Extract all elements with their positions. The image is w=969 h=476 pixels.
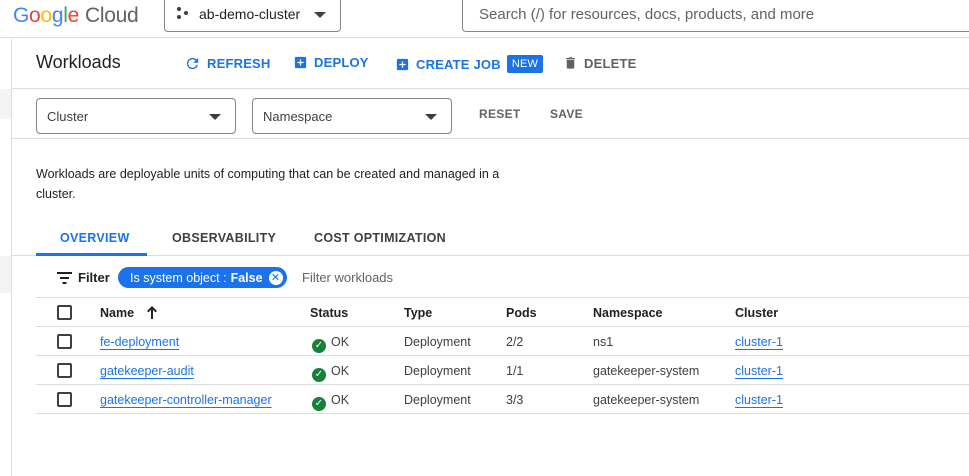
status-cell: ✓ OK xyxy=(312,393,349,411)
status-text: OK xyxy=(331,335,350,349)
pods-cell: 3/3 xyxy=(506,393,524,407)
save-button[interactable]: SAVE xyxy=(550,107,583,121)
tab-bar: OVERVIEW OBSERVABILITY COST OPTIMIZATION xyxy=(12,220,969,256)
table-header-row: Name Status Type Pods Namespace Cluster xyxy=(36,298,969,327)
cluster-select[interactable]: Cluster xyxy=(36,98,236,134)
project-name: ab-demo-cluster xyxy=(199,6,301,22)
chevron-down-icon xyxy=(209,114,221,120)
cluster-link[interactable]: cluster-1 xyxy=(735,335,783,349)
refresh-button[interactable]: REFRESH xyxy=(184,55,271,72)
deploy-button[interactable]: DEPLOY xyxy=(293,55,369,70)
filter-label: Filter xyxy=(78,270,110,285)
status-cell: ✓ OK xyxy=(312,364,349,382)
deploy-label: DEPLOY xyxy=(314,55,369,70)
trash-icon xyxy=(566,57,575,69)
cluster-select-label: Cluster xyxy=(47,108,89,124)
nav-rail-item[interactable] xyxy=(0,256,11,293)
close-icon[interactable]: ✕ xyxy=(268,270,283,285)
column-header-type[interactable]: Type xyxy=(404,306,432,320)
type-cell: Deployment xyxy=(404,393,471,407)
new-badge: NEW xyxy=(506,55,544,73)
refresh-label: REFRESH xyxy=(207,56,271,71)
delete-button[interactable]: DELETE xyxy=(563,55,636,71)
status-text: OK xyxy=(331,364,350,378)
search-input[interactable]: Search (/) for resources, docs, products… xyxy=(462,0,969,32)
check-circle-icon: ✓ xyxy=(312,396,326,411)
namespace-select-label: Namespace xyxy=(263,108,333,124)
arrow-up-icon xyxy=(146,306,157,319)
type-cell: Deployment xyxy=(404,364,471,378)
active-tab-indicator xyxy=(36,253,147,256)
project-picker[interactable]: ab-demo-cluster xyxy=(164,0,341,32)
workload-name-link[interactable]: gatekeeper-audit xyxy=(100,364,194,378)
chevron-down-icon xyxy=(425,114,437,120)
tab-cost-optimization[interactable]: COST OPTIMIZATION xyxy=(314,231,446,245)
workload-name-link[interactable]: fe-deployment xyxy=(100,335,179,349)
search-placeholder: Search (/) for resources, docs, products… xyxy=(479,5,815,23)
column-name-label: Name xyxy=(100,306,135,320)
add-box-icon xyxy=(294,56,307,69)
divider xyxy=(12,138,969,139)
status-text: OK xyxy=(331,393,350,407)
pods-cell: 2/2 xyxy=(506,335,524,349)
table-row: gatekeeper-audit ✓ OK Deployment 1/1 gate… xyxy=(36,356,969,385)
filter-icon xyxy=(57,271,72,284)
filter-chip[interactable]: Is system object : False ✕ xyxy=(118,267,287,288)
row-checkbox[interactable] xyxy=(57,363,72,378)
top-bar: Google Cloud ab-demo-cluster Search (/) f… xyxy=(0,0,969,38)
filter-chip-key: Is system object : xyxy=(130,270,227,285)
select-all-checkbox[interactable] xyxy=(57,305,72,320)
column-header-namespace[interactable]: Namespace xyxy=(593,306,663,320)
tab-overview[interactable]: OVERVIEW xyxy=(60,231,130,245)
project-icon xyxy=(177,7,191,21)
status-cell: ✓ OK xyxy=(312,335,349,353)
namespace-cell: gatekeeper-system xyxy=(593,393,700,407)
reset-button[interactable]: RESET xyxy=(479,107,521,121)
left-nav-rail xyxy=(0,39,12,476)
cluster-link[interactable]: cluster-1 xyxy=(735,393,783,407)
google-cloud-logo[interactable]: Google Cloud xyxy=(13,4,139,28)
row-checkbox[interactable] xyxy=(57,334,72,349)
refresh-icon xyxy=(186,57,199,70)
column-header-name[interactable]: Name xyxy=(100,306,158,320)
column-header-status[interactable]: Status xyxy=(310,306,348,320)
filter-chip-value: False xyxy=(230,270,263,285)
logo-google-text: Google xyxy=(13,4,79,27)
create-job-button[interactable]: CREATE JOB NEW xyxy=(395,55,544,73)
workloads-table: Name Status Type Pods Namespace Cluster … xyxy=(36,298,969,414)
namespace-cell: ns1 xyxy=(593,335,614,349)
delete-label: DELETE xyxy=(584,55,637,71)
chevron-down-icon xyxy=(314,12,326,18)
logo-cloud-text: Cloud xyxy=(84,4,139,27)
add-box-icon xyxy=(396,58,409,70)
tab-observability[interactable]: OBSERVABILITY xyxy=(172,231,276,245)
table-row: fe-deployment ✓ OK Deployment 2/2 ns1 clu… xyxy=(36,327,969,356)
row-checkbox[interactable] xyxy=(57,392,72,407)
workload-name-link[interactable]: gatekeeper-controller-manager xyxy=(100,393,272,407)
create-job-label: CREATE JOB xyxy=(416,56,501,72)
nav-rail-item[interactable] xyxy=(0,89,11,119)
filter-button[interactable]: Filter xyxy=(57,270,110,285)
pods-cell: 1/1 xyxy=(506,364,524,378)
check-circle-icon: ✓ xyxy=(312,367,326,382)
check-circle-icon: ✓ xyxy=(312,338,326,353)
page-header: Workloads REFRESH DEPLOY CREATE JOB NEW … xyxy=(12,39,969,89)
table-row: gatekeeper-controller-manager ✓ OK Deploy… xyxy=(36,385,969,414)
column-header-cluster[interactable]: Cluster xyxy=(735,306,778,320)
page-description: Workloads are deployable units of comput… xyxy=(36,167,500,201)
type-cell: Deployment xyxy=(404,335,471,349)
page-title: Workloads xyxy=(36,52,121,72)
cluster-link[interactable]: cluster-1 xyxy=(735,364,783,378)
filter-workloads-input[interactable]: Filter workloads xyxy=(302,270,393,285)
column-header-pods[interactable]: Pods xyxy=(506,306,537,320)
namespace-select[interactable]: Namespace xyxy=(252,98,452,134)
namespace-cell: gatekeeper-system xyxy=(593,364,700,378)
